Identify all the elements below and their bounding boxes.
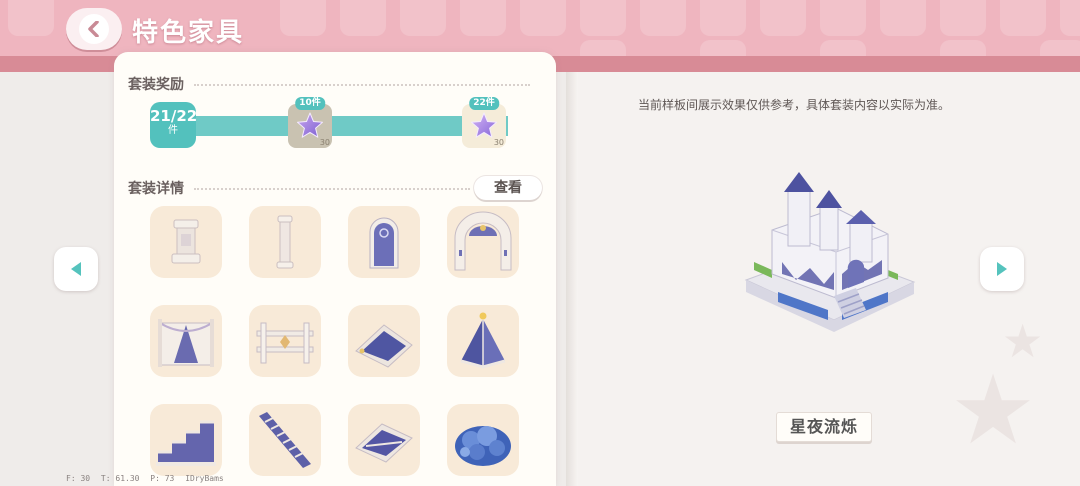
left-triangle-icon — [71, 262, 81, 276]
furniture-item-roof-sheet[interactable] — [348, 404, 420, 476]
debug-overlay: F: 30 T: 61.30 P: 73 IDryBams — [66, 474, 230, 483]
blue-hydrangea-bush-icon — [455, 426, 511, 466]
book-spine — [566, 72, 578, 486]
page-title: 特色家具 — [132, 18, 245, 48]
pillar-icon — [276, 215, 294, 269]
debug-item: T: 61.30 — [100, 474, 140, 483]
sloped-roof-icon — [355, 324, 413, 368]
next-page-button[interactable] — [980, 247, 1024, 291]
set-info-panel: 套装奖励 21/22 件 10件 30 22件 30 套装详情 查看 — [114, 52, 556, 486]
set-reward-title: 套装奖励 — [128, 77, 184, 93]
set-name-plate: 星夜流烁 — [776, 412, 872, 442]
set-details-title: 套装详情 — [128, 181, 184, 197]
reward-amount: 30 — [493, 138, 504, 147]
ladder-stairs-icon — [259, 412, 311, 468]
furniture-item-sloped-roof[interactable] — [348, 305, 420, 377]
furniture-item-hydrangea-bush[interactable] — [447, 404, 519, 476]
collected-count-badge: 21/22 件 — [150, 102, 198, 148]
furniture-item-pedestal[interactable] — [150, 206, 222, 278]
furniture-item-arched-door[interactable] — [348, 206, 420, 278]
right-triangle-icon — [997, 262, 1007, 276]
stairs-icon — [156, 420, 216, 466]
archway-gate-icon — [454, 211, 512, 271]
castle-model-icon — [744, 172, 916, 332]
background-star-icon: ★ — [1002, 314, 1044, 368]
back-arrow-icon — [79, 14, 109, 44]
previous-page-button[interactable] — [54, 247, 98, 291]
debug-item: P: 73 — [150, 474, 175, 483]
furniture-item-stairs[interactable] — [150, 404, 222, 476]
furniture-item-pillar[interactable] — [249, 206, 321, 278]
reward-tier-label: 10件 — [295, 97, 325, 110]
pedestal-icon — [171, 219, 201, 264]
back-button[interactable] — [66, 8, 122, 50]
debug-item: IDryBams — [185, 474, 224, 483]
view-button[interactable]: 查看 — [474, 176, 542, 200]
pyramid-roof-icon — [460, 312, 506, 369]
arched-door-icon — [369, 217, 399, 269]
divider — [194, 188, 470, 190]
furniture-item-fence[interactable] — [249, 305, 321, 377]
furniture-item-archway-gate[interactable] — [447, 206, 519, 278]
collected-count: 21/22 — [150, 107, 198, 125]
furniture-item-curtain-wall[interactable] — [150, 305, 222, 377]
reward-amount: 30 — [319, 138, 330, 147]
furniture-item-pyramid-roof[interactable] — [447, 305, 519, 377]
debug-item: F: 30 — [66, 474, 91, 483]
curtain-wall-icon — [158, 319, 214, 367]
roof-sheet-icon — [355, 423, 413, 463]
preview-notice: 当前样板间展示效果仅供参考，具体套装内容以实际为准。 — [638, 98, 951, 112]
reward-tier-10[interactable]: 10件 30 — [288, 97, 332, 148]
reward-tier-22[interactable]: 22件 30 — [462, 97, 506, 148]
divider — [194, 84, 530, 86]
reward-tier-label: 22件 — [469, 97, 499, 110]
background-star-icon: ★ — [950, 354, 1037, 466]
furniture-item-ladder-stairs[interactable] — [249, 404, 321, 476]
fence-icon — [256, 322, 314, 364]
collected-count-unit: 件 — [168, 125, 178, 136]
